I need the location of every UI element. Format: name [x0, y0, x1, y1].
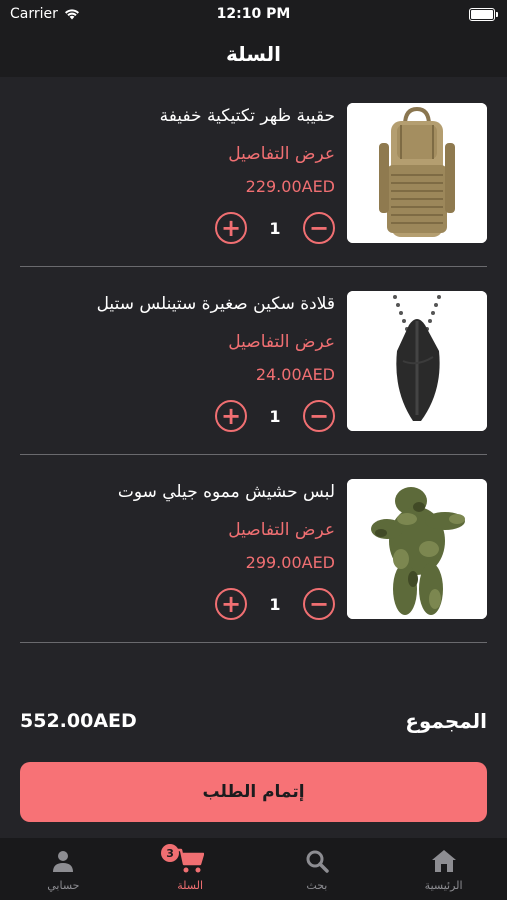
total-label: المجموع	[405, 709, 487, 733]
home-icon	[429, 848, 459, 874]
search-icon	[302, 848, 332, 874]
tab-label: السلة	[177, 879, 203, 892]
cart-total: 552.00AED المجموع	[20, 704, 487, 738]
item-name: حقيبة ظهر تكتيكية خفيفة	[159, 106, 335, 126]
checkout-button[interactable]: إتمام الطلب	[20, 762, 487, 822]
status-time: 12:10 PM	[216, 6, 291, 22]
navigation-bar: السلة	[0, 30, 507, 77]
page-title: السلة	[225, 41, 281, 66]
ghillie-suit-image[interactable]	[347, 479, 487, 619]
quantity-value: 1	[269, 218, 281, 238]
status-bar: Carrier 12:10 PM	[0, 0, 507, 30]
view-details-link[interactable]: عرض التفاصيل	[35, 141, 335, 167]
quantity-stepper: + 1 −	[215, 211, 335, 245]
cart-item: لبس حشيش مموه جيلي سوت عرض التفاصيل 299.…	[20, 479, 487, 621]
decrease-quantity-button[interactable]: −	[303, 588, 335, 620]
battery-icon	[469, 8, 498, 21]
person-icon	[48, 848, 78, 874]
item-name: لبس حشيش مموه جيلي سوت	[117, 482, 335, 502]
item-price: 229.00AED	[245, 177, 335, 196]
increase-quantity-button[interactable]: +	[215, 588, 247, 620]
view-details-link[interactable]: عرض التفاصيل	[35, 329, 335, 355]
view-details-link[interactable]: عرض التفاصيل	[35, 517, 335, 543]
item-info: حقيبة ظهر تكتيكية خفيفة عرض التفاصيل 229…	[35, 103, 335, 199]
decrease-quantity-button[interactable]: −	[303, 400, 335, 432]
knife-necklace-image[interactable]	[347, 291, 487, 431]
tab-home[interactable]: الرئيسية	[380, 838, 507, 900]
quantity-value: 1	[269, 406, 281, 426]
divider	[20, 642, 487, 643]
tab-search[interactable]: بحث	[254, 838, 381, 900]
divider	[20, 454, 487, 455]
decrease-quantity-button[interactable]: −	[303, 212, 335, 244]
item-price: 24.00AED	[255, 365, 335, 384]
increase-quantity-button[interactable]: +	[215, 400, 247, 432]
item-price: 299.00AED	[245, 553, 335, 572]
tab-account[interactable]: حسابي	[0, 838, 127, 900]
item-name: قلادة سكين صغيرة ستينلس ستيل	[96, 294, 335, 314]
item-info: لبس حشيش مموه جيلي سوت عرض التفاصيل 299.…	[35, 479, 335, 575]
cart-item: حقيبة ظهر تكتيكية خفيفة عرض التفاصيل 229…	[20, 103, 487, 245]
tab-label: حسابي	[47, 879, 80, 892]
tab-label: بحث	[306, 879, 328, 892]
cart-icon: 3	[161, 844, 205, 874]
increase-quantity-button[interactable]: +	[215, 212, 247, 244]
quantity-value: 1	[269, 594, 281, 614]
divider	[20, 266, 487, 267]
tab-label: الرئيسية	[424, 879, 463, 892]
backpack-image[interactable]	[347, 103, 487, 243]
total-value: 552.00AED	[20, 710, 137, 732]
quantity-stepper: + 1 −	[215, 399, 335, 433]
cart-item: قلادة سكين صغيرة ستينلس ستيل عرض التفاصي…	[20, 291, 487, 433]
cart-count-badge: 3	[161, 844, 180, 862]
tab-bar: حسابي 3 السلة بحث الرئيسية	[0, 838, 507, 900]
quantity-stepper: + 1 −	[215, 587, 335, 621]
tab-cart[interactable]: 3 السلة	[127, 838, 254, 900]
item-info: قلادة سكين صغيرة ستينلس ستيل عرض التفاصي…	[35, 291, 335, 387]
